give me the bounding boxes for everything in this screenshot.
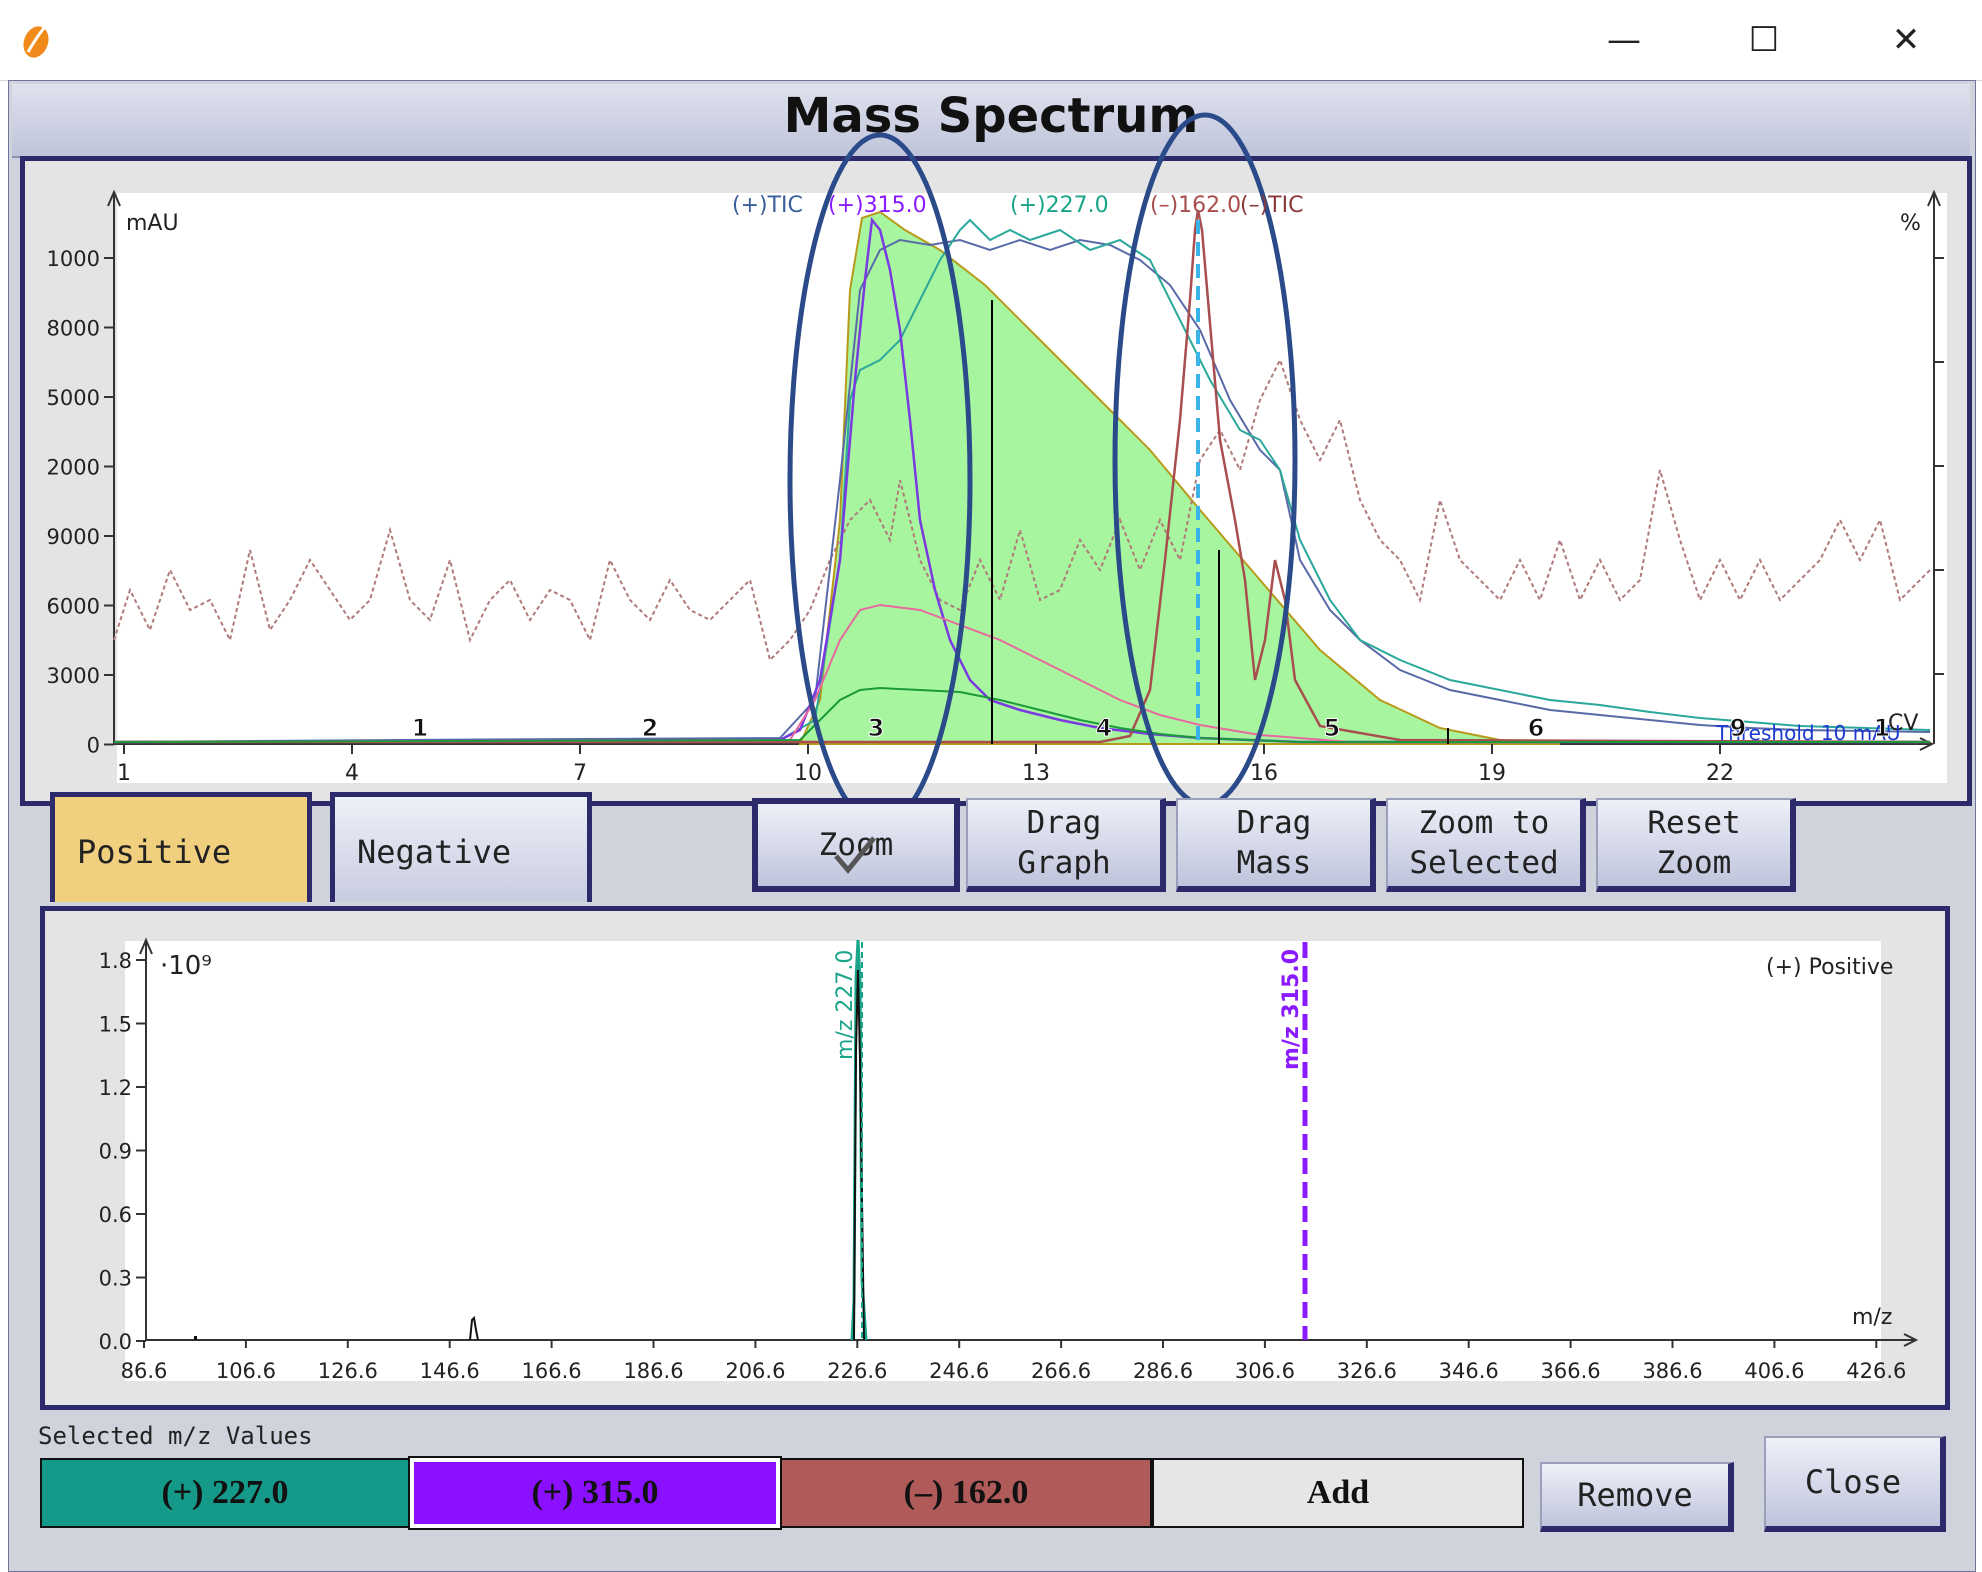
spec-x-tick-label: 286.6	[1133, 1359, 1193, 1383]
spec-x-tick-label: 426.6	[1846, 1359, 1906, 1383]
spectrum-chart[interactable]: m/z 227.0 m/z 315.0 ·10⁹ (+) Positive m/…	[0, 900, 1982, 1420]
trace-legend-label: (+)315.0	[828, 193, 927, 218]
fraction-label: 9	[1730, 714, 1747, 742]
mz-value-315[interactable]: (+) 315.0	[408, 1456, 782, 1530]
fraction-label: 1	[1874, 714, 1891, 742]
chrom-y-tick-label: 2000	[47, 456, 100, 480]
spec-y-tick-label: 1.8	[99, 949, 132, 973]
spec-x-tick-label: 166.6	[522, 1359, 582, 1383]
chrom-y-tick-label: 1000	[47, 247, 100, 271]
chrom-x-tick-label: 4	[345, 761, 359, 786]
spec-x-tick-label: 386.6	[1642, 1359, 1702, 1383]
spec-x-tick-label: 266.6	[1031, 1359, 1091, 1383]
marker-label-227: m/z 227.0	[833, 950, 858, 1060]
spec-y-tick-label: 0.9	[99, 1140, 132, 1164]
chrom-y-tick-label: 5000	[47, 386, 100, 410]
chrom-y-tick-label: 0	[87, 734, 100, 758]
fraction-label: 1	[412, 714, 429, 742]
mz-value-227[interactable]: (+) 227.0	[40, 1458, 410, 1528]
fraction-label: 5	[1324, 714, 1341, 742]
fraction-label: 3	[868, 714, 885, 742]
chrom-y-tick-label: 6000	[47, 595, 100, 619]
spec-x-tick-label: 246.6	[929, 1359, 989, 1383]
chrom-x-tick-label: 13	[1022, 761, 1050, 786]
fraction-label: 2	[642, 714, 659, 742]
drag-mass-button[interactable]: Drag Mass	[1176, 798, 1376, 892]
chrom-x-tick-label: 22	[1706, 761, 1734, 786]
spec-mode-label: (+) Positive	[1766, 955, 1893, 980]
spec-x-tick-label: 126.6	[318, 1359, 378, 1383]
chrom-x-tick-label: 19	[1478, 761, 1506, 786]
spec-x-tick-label: 346.6	[1439, 1359, 1499, 1383]
fraction-label: 6	[1528, 714, 1545, 742]
close-button[interactable]: Close	[1764, 1436, 1946, 1532]
chrom-x-tick-label: 7	[573, 761, 587, 786]
mz-value-162[interactable]: (–) 162.0	[780, 1458, 1152, 1528]
spec-y-tick-label: 0.6	[99, 1203, 132, 1227]
spectrum-peak-150	[469, 1315, 479, 1341]
spec-x-tick-label: 326.6	[1337, 1359, 1397, 1383]
spec-x-tick-label: 366.6	[1541, 1359, 1601, 1383]
reset-zoom-button[interactable]: Reset Zoom	[1596, 798, 1796, 892]
chromatogram-chart[interactable]: mAU % CV Threshold 10 mAU 10008000500020…	[0, 0, 1982, 800]
checkmark-icon	[834, 836, 876, 874]
spectrum-noise-peak	[194, 1336, 197, 1340]
chrom-y-tick-label: 8000	[47, 317, 100, 341]
spec-y-tick-label: 1.2	[99, 1076, 132, 1100]
selected-mz-label: Selected m/z Values	[38, 1422, 313, 1450]
spec-y-multiplier: ·10⁹	[160, 951, 212, 981]
tab-positive[interactable]: Positive	[50, 792, 312, 902]
spec-x-tick-label: 406.6	[1744, 1359, 1804, 1383]
add-button[interactable]: Add	[1152, 1458, 1524, 1528]
spec-y-tick-label: 0.0	[99, 1330, 132, 1354]
spec-x-tick-label: 226.6	[827, 1359, 887, 1383]
tab-negative[interactable]: Negative	[330, 792, 592, 902]
spec-x-tick-label: 206.6	[725, 1359, 785, 1383]
chrom-y-unit-left: mAU	[126, 211, 179, 236]
chrom-x-tick-label: 1	[117, 761, 131, 786]
drag-graph-button[interactable]: Drag Graph	[966, 798, 1166, 892]
zoom-to-selected-button[interactable]: Zoom to Selected	[1386, 798, 1586, 892]
chrom-y-unit-right: %	[1900, 211, 1921, 236]
spec-x-tick-label: 86.6	[121, 1359, 168, 1383]
spec-x-unit: m/z	[1852, 1305, 1892, 1330]
chrom-y-tick-label: 3000	[47, 664, 100, 688]
chrom-fraction-area	[798, 210, 1561, 745]
chrom-y-tick-label: 9000	[47, 525, 100, 549]
remove-button[interactable]: Remove	[1540, 1462, 1734, 1532]
spec-x-tick-label: 306.6	[1235, 1359, 1295, 1383]
spec-x-tick-label: 106.6	[216, 1359, 276, 1383]
spec-y-tick-label: 0.3	[99, 1267, 132, 1291]
trace-legend-label: (–)TIC	[1240, 193, 1303, 218]
spec-x-tick-label: 146.6	[420, 1359, 480, 1383]
trace-legend-label: (+)227.0	[1010, 193, 1109, 218]
chrom-x-tick-label: 16	[1250, 761, 1278, 786]
spec-y-tick-label: 1.5	[99, 1013, 132, 1037]
chrom-x-tick-label: 10	[794, 761, 822, 786]
spec-x-tick-label: 186.6	[623, 1359, 683, 1383]
fraction-label: 4	[1096, 714, 1113, 742]
marker-label-315: m/z 315.0	[1279, 949, 1304, 1070]
trace-legend-label: (+)TIC	[732, 193, 803, 218]
trace-legend-label: (–)162.0	[1150, 193, 1241, 218]
